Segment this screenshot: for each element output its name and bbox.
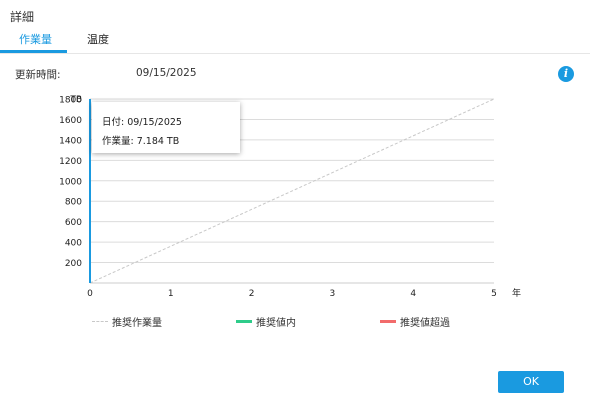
y-tick-label: 1000 xyxy=(59,177,82,187)
y-axis-label: TB xyxy=(69,95,82,105)
chart-tooltip: 日付: 09/15/2025 作業量: 7.184 TB xyxy=(92,102,240,153)
y-tick-label: 200 xyxy=(65,259,82,269)
workload-chart: 200400600800100012001400160018000 1 2 3 4 5TB… xyxy=(59,95,521,299)
x-tick-label: 1 xyxy=(168,289,174,299)
y-tick-label: 1200 xyxy=(59,157,82,167)
tooltip-workload: 作業量: 7.184 TB xyxy=(102,136,180,147)
legend-item-recommended-workload: 推奨作業量 xyxy=(92,314,162,329)
details-dialog: 詳細 作業量 温度 更新時間: 09/15/2025 i 200 400 600 80… xyxy=(0,0,590,393)
legend-label: 推奨値内 xyxy=(256,318,296,329)
y-tick-label: 800 xyxy=(65,198,82,208)
y-tick-label: 1600 xyxy=(59,116,82,126)
tooltip-date: 日付: 09/15/2025 xyxy=(102,117,182,128)
y-tick-label: 1400 xyxy=(59,136,82,146)
legend-label: 推奨値超過 xyxy=(400,318,450,329)
legend-label: 推奨作業量 xyxy=(112,318,162,329)
y-tick-label: 400 xyxy=(65,239,82,249)
legend-swatch xyxy=(236,320,252,323)
legend-swatch xyxy=(380,320,396,323)
y-tick-label: 600 xyxy=(65,218,82,228)
x-tick-label: 0 xyxy=(87,289,93,299)
x-axis-label: 年 xyxy=(512,287,521,299)
legend-swatch xyxy=(92,321,108,322)
x-tick-label: 5 xyxy=(491,289,497,299)
x-tick-label: 3 xyxy=(330,289,336,299)
legend-item-within-recommended: 推奨値内 xyxy=(236,314,296,329)
x-tick-label: 2 xyxy=(249,289,255,299)
legend-item-exceeds-recommended: 推奨値超過 xyxy=(380,314,450,329)
ok-button[interactable]: OK xyxy=(498,371,564,393)
x-tick-label: 4 xyxy=(410,289,416,299)
